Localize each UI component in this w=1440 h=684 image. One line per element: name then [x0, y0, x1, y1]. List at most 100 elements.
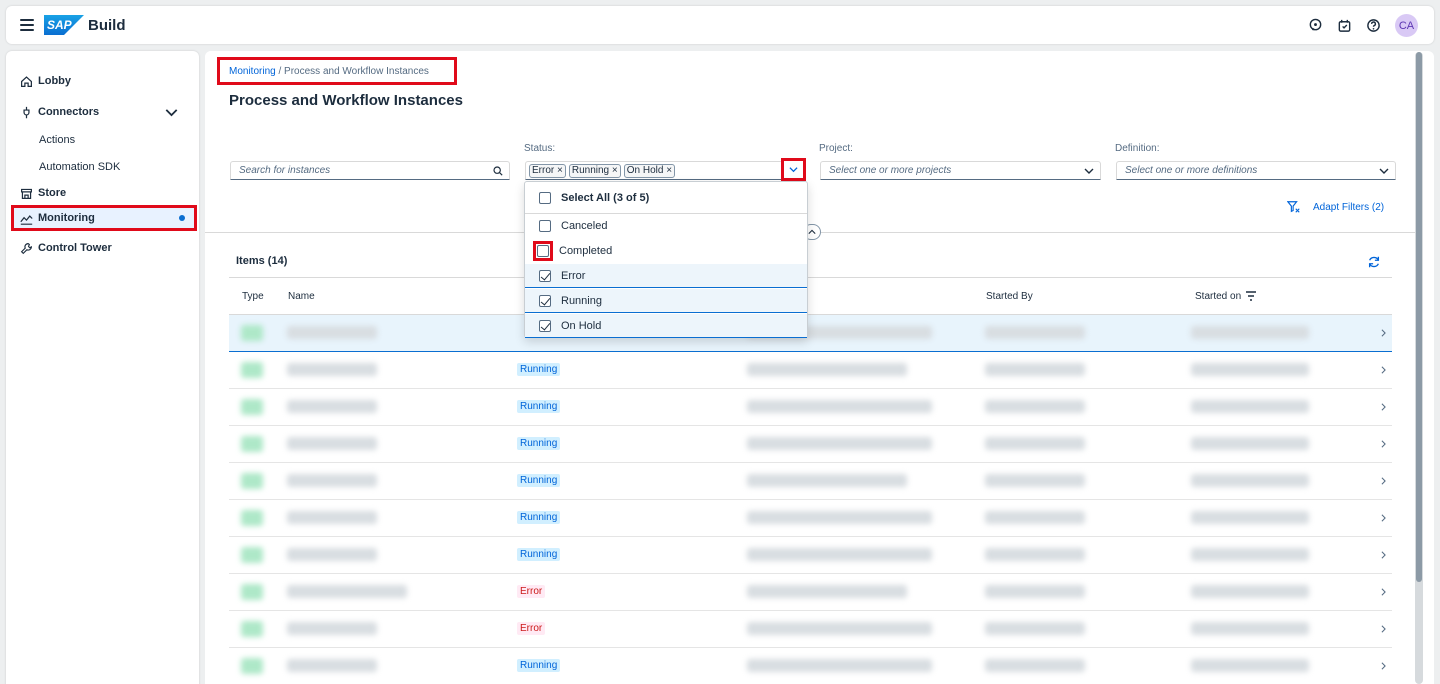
page-title: Process and Workflow Instances [229, 92, 463, 109]
status-badge: Running [517, 437, 561, 450]
type-icon [241, 473, 263, 489]
column-header-started-by[interactable]: Started By [986, 291, 1033, 302]
definition-placeholder: Select one or more definitions [1125, 165, 1258, 176]
column-header-type[interactable]: Type [242, 291, 264, 302]
option-checkbox[interactable] [539, 269, 551, 282]
select-all-label: Select All (3 of 5) [561, 191, 650, 204]
whats-new-icon[interactable] [1337, 18, 1352, 33]
product-name[interactable]: Build [88, 17, 126, 34]
definition-cell [747, 363, 907, 376]
status-dropdown-button[interactable] [781, 158, 806, 181]
assistant-icon[interactable] [1308, 18, 1323, 33]
status-multiselect[interactable]: Error × Running × On Hold × [525, 161, 783, 180]
user-avatar[interactable]: CA [1395, 14, 1418, 37]
started-on-cell [1191, 400, 1309, 413]
select-all-checkbox[interactable] [539, 191, 551, 204]
status-option-on-hold[interactable]: On Hold [525, 314, 807, 338]
column-header-started-on[interactable]: Started on [1195, 291, 1257, 302]
option-label: Running [561, 294, 602, 307]
sidebar-item-monitoring[interactable]: Monitoring [11, 205, 197, 231]
type-icon [241, 399, 263, 415]
status-token-on-hold[interactable]: On Hold × [623, 164, 676, 178]
type-icon [241, 584, 263, 600]
sort-icon[interactable] [1245, 291, 1257, 302]
chevron-right-icon[interactable] [1380, 625, 1387, 633]
chevron-right-icon[interactable] [1380, 329, 1387, 337]
type-icon [241, 658, 263, 674]
store-icon [21, 188, 32, 199]
instances-table: Items (14) Type Name Started By Started … [229, 244, 1392, 684]
breadcrumb-link-monitoring[interactable]: Monitoring [229, 66, 276, 77]
status-token-error[interactable]: Error × [529, 164, 566, 178]
chevron-down-icon[interactable] [165, 106, 178, 119]
chevron-right-icon[interactable] [1380, 514, 1387, 522]
name-cell [287, 437, 377, 450]
sidebar-item-connectors[interactable]: Connectors [6, 99, 199, 125]
chevron-right-icon[interactable] [1380, 477, 1387, 485]
scrollbar-thumb[interactable] [1416, 52, 1422, 582]
status-option-error[interactable]: Error [525, 264, 807, 288]
sidebar-item-label: Monitoring [38, 212, 95, 224]
started-by-cell [985, 437, 1085, 450]
table-row[interactable]: Running [229, 537, 1392, 574]
table-row[interactable]: Running [229, 463, 1392, 500]
status-option-completed[interactable]: Completed [525, 239, 807, 263]
started-on-cell [1191, 622, 1309, 635]
definition-select[interactable]: Select one or more definitions [1116, 161, 1396, 180]
search-icon[interactable] [493, 166, 503, 176]
chevron-right-icon[interactable] [1380, 588, 1387, 596]
adapt-filters-button[interactable]: Adapt Filters (2) [1287, 200, 1384, 214]
project-select[interactable]: Select one or more projects [820, 161, 1101, 180]
table-row[interactable]: Running [229, 389, 1392, 426]
vertical-scrollbar[interactable] [1415, 52, 1423, 684]
sidebar-item-lobby[interactable]: Lobby [6, 68, 199, 94]
refresh-icon[interactable] [1367, 255, 1381, 269]
table-row[interactable]: Running [229, 648, 1392, 684]
started-by-cell [985, 659, 1085, 672]
name-cell [287, 659, 377, 672]
sidebar-item-automation-sdk[interactable]: Automation SDK [39, 161, 120, 173]
search-input[interactable]: Search for instances [230, 161, 510, 180]
status-badge: Error [517, 622, 546, 635]
chevron-right-icon[interactable] [1380, 662, 1387, 670]
wrench-icon [20, 242, 32, 254]
sidebar-item-store[interactable]: Store [6, 180, 199, 206]
status-badge: Running [517, 474, 561, 487]
side-navigation: Lobby Connectors Actions Automation SDK … [6, 51, 199, 684]
status-option-canceled[interactable]: Canceled [525, 214, 807, 238]
status-label: Status: [524, 143, 556, 154]
option-checkbox[interactable] [539, 220, 551, 232]
menu-icon[interactable] [20, 19, 34, 31]
chevron-right-icon[interactable] [1380, 551, 1387, 559]
help-icon[interactable] [1366, 18, 1381, 33]
started-by-cell [985, 622, 1085, 635]
sap-logo[interactable]: SAP [44, 15, 84, 35]
option-checkbox[interactable] [539, 294, 551, 307]
table-row[interactable]: Running [229, 500, 1392, 537]
table-row[interactable] [229, 315, 1392, 352]
type-icon [241, 510, 263, 526]
table-row[interactable]: Running [229, 426, 1392, 463]
column-header-name[interactable]: Name [288, 291, 315, 302]
search-placeholder: Search for instances [239, 165, 331, 176]
table-row[interactable]: Running [229, 352, 1392, 389]
chevron-right-icon[interactable] [1380, 403, 1387, 411]
started-by-cell [985, 585, 1085, 598]
sidebar-item-label: Lobby [38, 75, 71, 87]
sidebar-item-control-tower[interactable]: Control Tower [6, 235, 199, 261]
sidebar-item-actions[interactable]: Actions [39, 134, 75, 146]
table-row[interactable]: Error [229, 574, 1392, 611]
status-option-running[interactable]: Running [525, 289, 807, 313]
table-header: Type Name Started By Started on [229, 277, 1392, 315]
table-row[interactable]: Error [229, 611, 1392, 648]
name-cell [287, 363, 377, 376]
type-icon [241, 325, 263, 341]
select-all-option[interactable]: Select All (3 of 5) [525, 182, 807, 214]
chevron-right-icon[interactable] [1380, 366, 1387, 374]
option-checkbox[interactable] [539, 319, 551, 332]
option-checkbox[interactable] [537, 245, 549, 257]
chevron-right-icon[interactable] [1380, 440, 1387, 448]
clear-filter-icon[interactable] [1287, 200, 1301, 214]
status-token-running[interactable]: Running × [568, 164, 621, 178]
adapt-filters-label: Adapt Filters (2) [1313, 201, 1385, 213]
